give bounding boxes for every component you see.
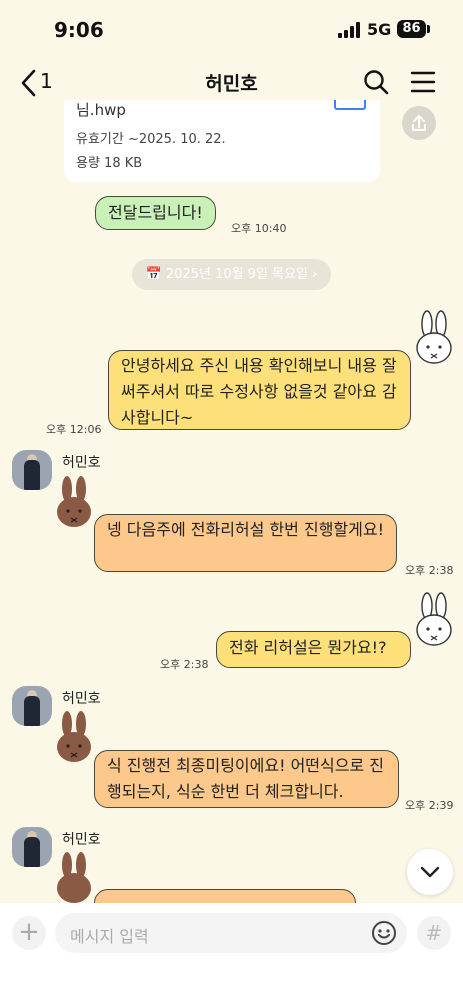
file-type-icon: [334, 100, 366, 110]
sender-name: 허민호: [62, 455, 101, 471]
signal-icon: [338, 22, 360, 38]
avatar[interactable]: [12, 450, 52, 490]
sender-name: 허민호: [62, 691, 101, 707]
share-button[interactable]: [402, 106, 436, 140]
network-label: 5G: [367, 20, 392, 39]
message-time: 오후 2:39: [405, 799, 454, 812]
battery-icon: 86: [397, 20, 426, 38]
file-size: 용량 18 KB: [76, 156, 143, 171]
date-divider: 📅 2025년 10월 9일 목요일 ›: [132, 259, 331, 290]
message-bubble[interactable]: 전화 리허설은 뭔가요!?: [216, 631, 411, 668]
hash-icon[interactable]: #: [417, 916, 451, 950]
message-bubble[interactable]: 넹 다음주에 전화리허설 한번 진행할게요!: [94, 514, 397, 572]
message-input-placeholder[interactable]: 메시지 입력: [70, 923, 149, 947]
bunny-sticker: [57, 711, 91, 762]
message-time: 오후 12:06: [46, 423, 102, 436]
plus-icon[interactable]: +: [12, 916, 46, 950]
avatar[interactable]: [12, 686, 52, 726]
avatar[interactable]: [12, 827, 52, 867]
emoji-icon[interactable]: [371, 920, 397, 946]
bunny-sticker: [57, 476, 91, 527]
sender-name: 허민호: [62, 832, 101, 848]
status-time: 9:06: [54, 18, 104, 42]
bunny-sticker: [416, 592, 452, 646]
hamburger-menu-icon[interactable]: [410, 70, 436, 94]
bunny-sticker: [57, 852, 91, 903]
bunny-sticker: [416, 310, 452, 364]
battery-nub: [427, 25, 430, 33]
share-icon: [412, 115, 426, 131]
file-expiry: 유효기간 ~2025. 10. 22.: [76, 132, 226, 147]
search-icon[interactable]: [362, 68, 390, 96]
chevron-down-icon: [420, 866, 440, 878]
file-name: 님.hwp: [76, 101, 126, 119]
message-time: 오후 2:38: [405, 564, 454, 577]
chat-title: 허민호: [205, 73, 258, 95]
message-bubble[interactable]: 전달드립니다!: [95, 196, 216, 230]
scroll-to-bottom-button[interactable]: [407, 849, 453, 895]
message-bubble[interactable]: 식 진행전 최종미팅이에요! 어떤식으로 진행되는지, 식순 한번 더 체크합니…: [94, 750, 399, 808]
message-bubble[interactable]: 안녕하세요 주신 내용 확인해보니 내용 잘써주셔서 따로 수정사항 없을것 같…: [108, 350, 411, 430]
message-time: 오후 2:38: [160, 658, 209, 671]
message-time: 오후 10:40: [231, 222, 287, 235]
